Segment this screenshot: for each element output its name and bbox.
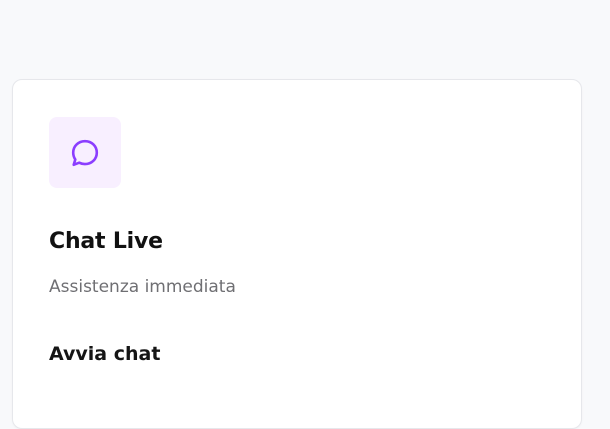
card-title: Chat Live (49, 229, 163, 254)
start-chat-button[interactable]: Avvia chat (49, 343, 160, 365)
chat-live-card: Chat Live Assistenza immediata Avvia cha… (12, 79, 582, 429)
card-subtitle: Assistenza immediata (49, 277, 236, 297)
chat-bubble-icon (68, 136, 102, 170)
chat-icon-container (49, 117, 121, 188)
